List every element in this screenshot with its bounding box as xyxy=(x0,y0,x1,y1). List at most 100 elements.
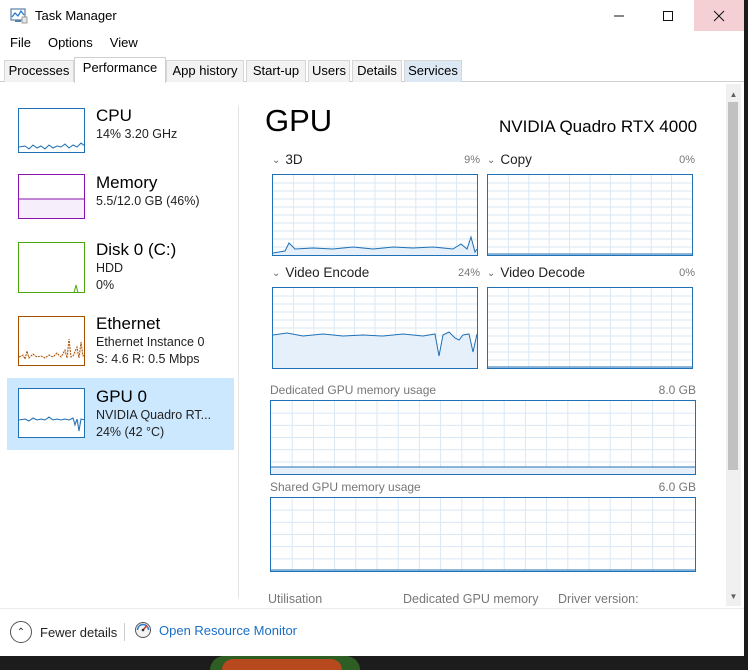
task-manager-app-icon xyxy=(10,8,28,24)
menu-view[interactable]: View xyxy=(100,33,145,53)
menu-bar: File Options View xyxy=(0,33,145,53)
perf-item-cpu[interactable]: CPU 14% 3.20 GHz xyxy=(7,98,234,162)
gpu-thumbnail xyxy=(18,388,85,438)
disk-graph-icon xyxy=(73,284,79,292)
dedicated-memory-label: Dedicated GPU memory usage xyxy=(270,383,437,397)
task-manager-window: Task Manager File Options View Processes… xyxy=(0,0,744,656)
memory-title: Memory xyxy=(96,173,158,192)
engine-label-copy[interactable]: ⌄ Copy xyxy=(487,152,532,167)
graph-copy-plot xyxy=(488,175,692,255)
fewer-details-button[interactable]: ⌃ Fewer details xyxy=(10,621,117,643)
maximize-button[interactable] xyxy=(643,0,693,31)
cpu-graph-icon xyxy=(19,142,84,150)
perf-item-memory[interactable]: Memory 5.5/12.0 GB (46%) xyxy=(7,166,234,228)
disk-title: Disk 0 (C:) xyxy=(96,240,177,259)
engine-label-3d[interactable]: ⌄ 3D xyxy=(272,152,303,167)
panel-divider xyxy=(238,106,239,598)
engine-percent-copy: 0% xyxy=(679,154,695,166)
maximize-icon xyxy=(663,10,673,21)
engine-name-3d: 3D xyxy=(285,152,303,167)
graph-3d xyxy=(272,174,478,256)
engine-percent-video-decode: 0% xyxy=(679,267,695,279)
tab-app-history[interactable]: App history xyxy=(166,60,244,82)
chevron-down-icon: ⌄ xyxy=(272,268,281,279)
memory-graph-icon xyxy=(19,198,84,218)
title-bar[interactable]: Task Manager xyxy=(0,0,744,32)
graph-shared-memory xyxy=(270,497,696,572)
perf-item-disk[interactable]: Disk 0 (C:) HDD 0% xyxy=(7,234,234,298)
footer-bar: ⌃ Fewer details Open Resource Monitor xyxy=(0,608,744,656)
gpu-item-title: GPU 0 xyxy=(96,387,148,406)
graph-dedicated-memory-trace-fill xyxy=(271,467,695,474)
tab-processes[interactable]: Processes xyxy=(4,60,74,82)
scroll-up-arrow-icon[interactable]: ▲ xyxy=(726,86,741,102)
gpu-model-name: NVIDIA Quadro RTX 4000 xyxy=(499,117,698,136)
fewer-details-label: Fewer details xyxy=(40,624,118,640)
close-button[interactable] xyxy=(694,0,744,31)
engine-name-video-decode: Video Decode xyxy=(500,265,585,280)
open-resource-monitor-link[interactable]: Open Resource Monitor xyxy=(134,621,297,639)
graph-video-decode-plot xyxy=(488,288,692,368)
graph-video-encode-plot xyxy=(273,288,477,368)
chevron-down-icon: ⌄ xyxy=(272,155,281,166)
disk-thumbnail xyxy=(18,242,85,293)
desktop-wallpaper-art-detail xyxy=(222,659,342,670)
stat-dedicated-memory-label: Dedicated GPU memory xyxy=(403,592,539,606)
tab-services[interactable]: Services xyxy=(404,60,462,82)
minimize-icon xyxy=(614,15,624,16)
engine-label-video-encode[interactable]: ⌄ Video Encode xyxy=(272,265,369,280)
cpu-thumbnail xyxy=(18,108,85,153)
chevron-up-circle-icon: ⌃ xyxy=(10,621,32,643)
open-resource-monitor-label: Open Resource Monitor xyxy=(159,622,298,638)
ethernet-sub-line-2: S: 4.6 R: 0.5 Mbps xyxy=(96,352,200,366)
chevron-down-icon: ⌄ xyxy=(487,155,496,166)
desktop-background xyxy=(0,656,748,670)
minimize-button[interactable] xyxy=(594,0,644,31)
engine-label-video-decode[interactable]: ⌄ Video Decode xyxy=(487,265,585,280)
engine-name-copy: Copy xyxy=(500,152,532,167)
shared-memory-max: 6.0 GB xyxy=(658,480,696,494)
ethernet-thumbnail xyxy=(18,316,85,366)
graph-video-encode xyxy=(272,287,478,369)
disk-sub-line-1: HDD xyxy=(96,261,124,275)
tab-users[interactable]: Users xyxy=(308,60,350,82)
tab-performance[interactable]: Performance xyxy=(74,57,166,83)
resource-monitor-icon xyxy=(135,622,151,638)
tab-startup[interactable]: Start-up xyxy=(246,60,306,82)
graph-3d-plot xyxy=(273,175,477,255)
disk-sub-line-2: 0% xyxy=(96,278,115,292)
ethernet-sub-line-1: Ethernet Instance 0 xyxy=(96,335,205,349)
engine-percent-3d: 9% xyxy=(464,154,480,166)
close-icon xyxy=(713,10,725,21)
perf-item-gpu[interactable]: GPU 0 NVIDIA Quadro RT... 24% (42 °C) xyxy=(7,378,234,450)
engine-name-video-encode: Video Encode xyxy=(285,265,370,280)
graph-copy xyxy=(487,174,693,256)
tab-details[interactable]: Details xyxy=(352,60,402,82)
stat-utilisation-label: Utilisation xyxy=(268,592,323,606)
engine-percent-video-encode: 24% xyxy=(457,267,480,279)
gpu-graph-icon xyxy=(19,416,84,432)
footer-separator xyxy=(124,623,125,641)
graph-video-encode-trace-fill xyxy=(273,332,477,368)
cpu-title: CPU xyxy=(96,106,132,125)
graph-dedicated-memory-plot xyxy=(271,401,695,474)
menu-file[interactable]: File xyxy=(0,33,38,53)
perf-item-ethernet[interactable]: Ethernet Ethernet Instance 0 S: 4.6 R: 0… xyxy=(7,308,234,372)
stat-driver-version-label: Driver version: xyxy=(558,592,639,606)
gpu-sub-line-2: 24% (42 °C) xyxy=(96,425,165,439)
graph-shared-memory-plot xyxy=(271,498,695,571)
memory-sub-line-1: 5.5/12.0 GB (46%) xyxy=(96,194,200,208)
scroll-down-arrow-icon[interactable]: ▼ xyxy=(726,588,741,604)
cpu-sub-line-1: 14% 3.20 GHz xyxy=(96,127,178,141)
dedicated-memory-max: 8.0 GB xyxy=(658,383,696,397)
menu-options[interactable]: Options xyxy=(38,33,100,53)
ethernet-graph-icon xyxy=(19,338,84,361)
window-title: Task Manager xyxy=(35,8,117,23)
graph-video-decode xyxy=(487,287,693,369)
page-title: GPU xyxy=(265,103,333,138)
tab-strip: Processes Performance App history Start-… xyxy=(0,57,744,83)
scrollbar-thumb[interactable] xyxy=(728,102,738,470)
memory-thumbnail xyxy=(18,174,85,219)
shared-memory-label: Shared GPU memory usage xyxy=(270,480,421,494)
chevron-down-icon: ⌄ xyxy=(487,268,496,279)
